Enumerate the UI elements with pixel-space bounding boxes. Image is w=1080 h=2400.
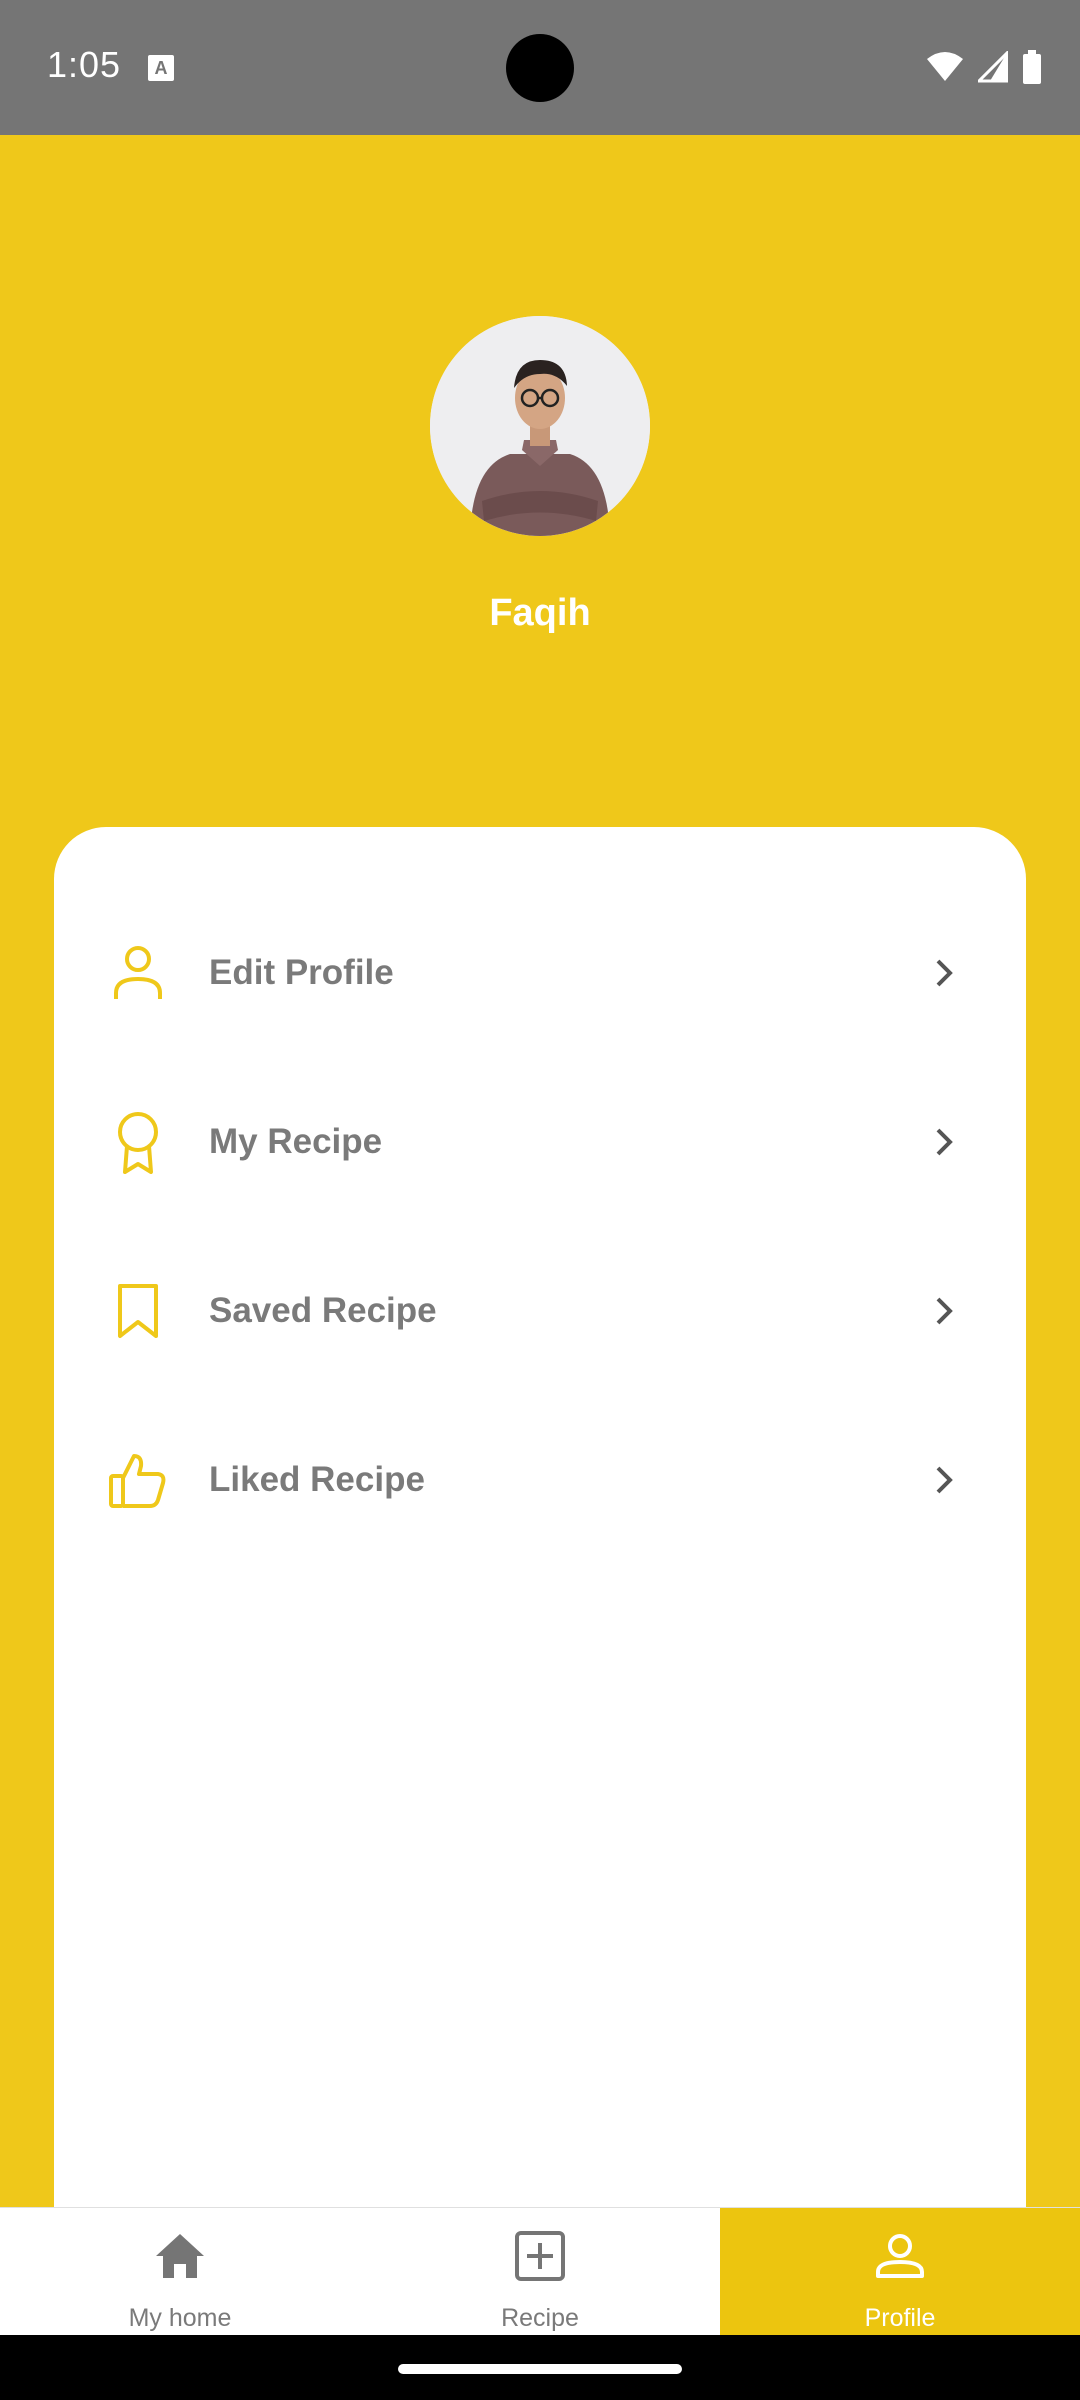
add-box-icon xyxy=(515,2231,565,2281)
person-icon xyxy=(876,2234,924,2278)
avatar xyxy=(430,316,650,536)
chevron-right-icon xyxy=(936,959,953,987)
nav-label: My home xyxy=(128,2304,232,2332)
bookmark-icon xyxy=(106,1279,170,1343)
camera-cutout xyxy=(506,34,574,102)
profile-photo xyxy=(430,316,650,536)
nav-item-my-home[interactable]: My home xyxy=(0,2208,360,2336)
profile-menu-card: Edit Profile My Recipe Saved Recipe Like… xyxy=(54,827,1026,2257)
wifi-icon xyxy=(927,52,963,81)
menu-item-liked-recipe[interactable]: Liked Recipe xyxy=(54,1420,1026,1540)
profile-name: Faqih xyxy=(489,592,591,634)
status-icons xyxy=(926,50,1042,84)
menu-item-my-recipe[interactable]: My Recipe xyxy=(54,1082,1026,1202)
person-icon xyxy=(106,941,170,1005)
chevron-right-icon xyxy=(936,1297,953,1325)
chevron-right-icon xyxy=(936,1128,953,1156)
award-icon xyxy=(106,1110,170,1174)
menu-label: Edit Profile xyxy=(209,953,394,992)
thumbs-up-icon xyxy=(106,1448,170,1512)
menu-item-saved-recipe[interactable]: Saved Recipe xyxy=(54,1251,1026,1371)
menu-label: Saved Recipe xyxy=(209,1291,437,1330)
menu-item-edit-profile[interactable]: Edit Profile xyxy=(54,913,1026,1033)
nav-label: Profile xyxy=(864,2304,936,2332)
menu-label: Liked Recipe xyxy=(209,1460,425,1499)
home-gesture-handle[interactable] xyxy=(398,2364,682,2374)
nav-label: Recipe xyxy=(501,2304,579,2332)
gesture-navigation-bar xyxy=(0,2335,1080,2400)
bottom-navigation: My home Recipe Profile xyxy=(0,2207,1080,2336)
menu-label: My Recipe xyxy=(209,1122,383,1161)
notification-icon: A xyxy=(148,55,174,81)
nav-item-recipe[interactable]: Recipe xyxy=(360,2208,720,2336)
status-time: 1:05 xyxy=(47,44,122,85)
home-icon xyxy=(156,2234,204,2278)
signal-icon xyxy=(978,51,1008,83)
status-bar: 1:05 A xyxy=(0,0,1080,135)
chevron-right-icon xyxy=(936,1466,953,1494)
battery-icon xyxy=(1023,50,1041,84)
nav-item-profile[interactable]: Profile xyxy=(720,2208,1080,2336)
